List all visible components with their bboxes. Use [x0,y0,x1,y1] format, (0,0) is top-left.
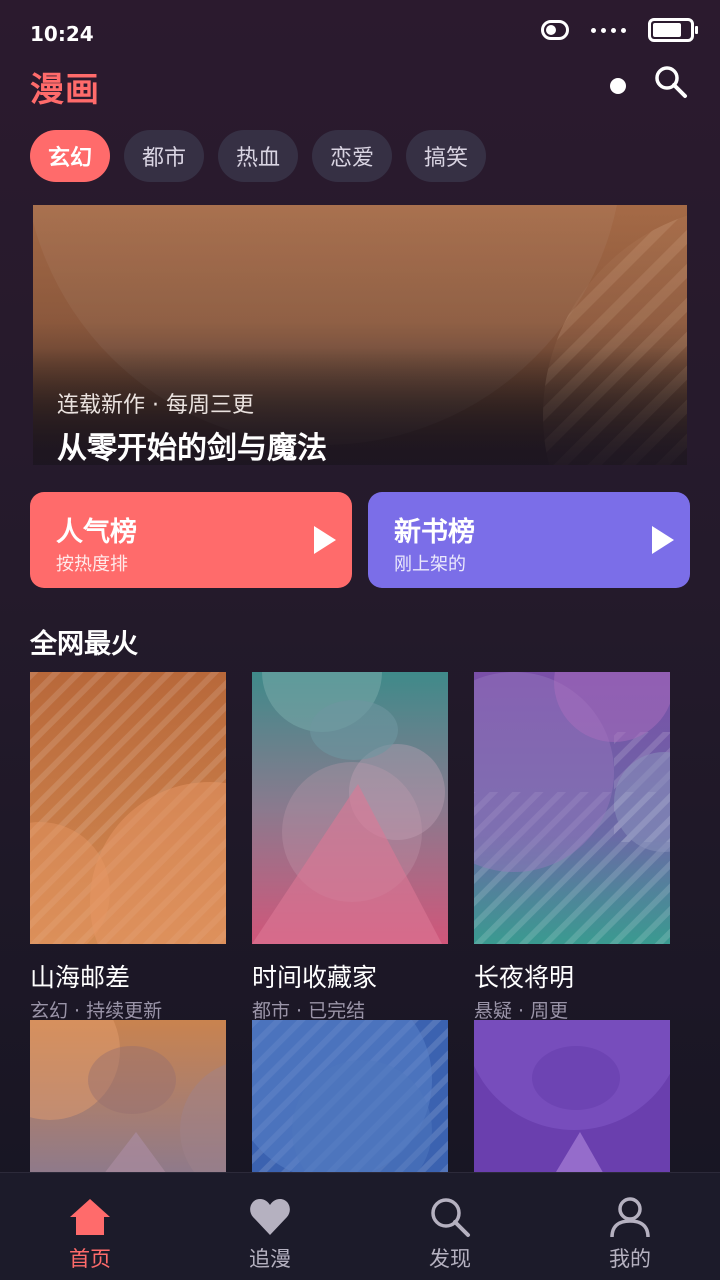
rank-subtitle: 按热度排 [56,554,128,575]
category-chip-xuanhuan[interactable]: 玄幻 [30,130,110,182]
battery-icon [648,18,698,42]
header: 漫画 [0,60,720,110]
status-icons [541,18,698,42]
play-icon [652,526,674,554]
tab-label: 我的 [609,1247,651,1271]
book-cover [252,672,448,944]
signal-icon [591,27,626,33]
book-card[interactable] [474,1020,670,1172]
rank-subtitle: 刚上架的 [394,554,466,575]
book-cover [30,1020,226,1172]
new-books-ranking-card[interactable]: 新书榜 刚上架的 [368,492,690,588]
book-meta: 悬疑 · 周更 [474,1000,569,1022]
rank-title: 新书榜 [394,517,475,548]
status-time: 10:24 [30,22,94,46]
bottom-tab-bar: 首页 追漫 发现 我的 [0,1172,720,1280]
category-chip-gaoxiao[interactable]: 搞笑 [406,130,486,182]
book-card[interactable]: 山海邮差 玄幻 · 持续更新 [30,672,226,1022]
user-icon [610,1197,650,1238]
book-card[interactable] [30,1020,226,1172]
heart-icon [250,1199,290,1235]
book-card[interactable] [252,1020,448,1172]
book-meta: 都市 · 已完结 [252,1000,366,1022]
tab-following[interactable]: 追漫 [180,1173,360,1280]
play-icon [314,526,336,554]
section-title: 全网最火 [30,629,138,660]
notification-dot-icon[interactable] [610,78,626,94]
book-cover [474,1020,670,1172]
book-cover [252,1020,448,1172]
book-title: 时间收藏家 [252,963,378,992]
book-meta: 玄幻 · 持续更新 [30,1000,163,1022]
book-cover [474,672,670,944]
search-icon [655,66,687,98]
search-button[interactable] [652,64,690,102]
book-title: 长夜将明 [474,963,575,992]
category-chip-dushi[interactable]: 都市 [124,130,204,182]
status-bar: 10:24 [0,0,720,64]
book-card[interactable]: 长夜将明 悬疑 · 周更 [474,672,670,1022]
rank-title: 人气榜 [56,517,137,548]
book-title: 山海邮差 [30,963,131,992]
tab-profile[interactable]: 我的 [540,1173,720,1280]
category-chip-rexue[interactable]: 热血 [218,130,298,182]
tab-discover[interactable]: 发现 [360,1173,540,1280]
tab-label: 发现 [429,1247,471,1271]
book-card[interactable]: 时间收藏家 都市 · 已完结 [252,672,448,1022]
toggle-icon [541,20,569,40]
featured-banner[interactable]: 连载新作 · 每周三更 从零开始的剑与魔法 [33,205,687,465]
banner-title: 从零开始的剑与魔法 [57,431,327,465]
app-title: 漫画 [30,70,100,110]
banner-subtitle: 连载新作 · 每周三更 [57,393,254,418]
tab-label: 首页 [69,1247,111,1271]
category-tabs: 玄幻 都市 热血 恋爱 搞笑 [30,130,486,182]
search-icon [431,1198,470,1237]
home-icon [70,1199,110,1235]
book-cover [30,672,226,944]
tab-label: 追漫 [249,1247,291,1271]
popular-ranking-card[interactable]: 人气榜 按热度排 [30,492,352,588]
category-chip-lianai[interactable]: 恋爱 [312,130,392,182]
tab-home[interactable]: 首页 [0,1173,180,1280]
